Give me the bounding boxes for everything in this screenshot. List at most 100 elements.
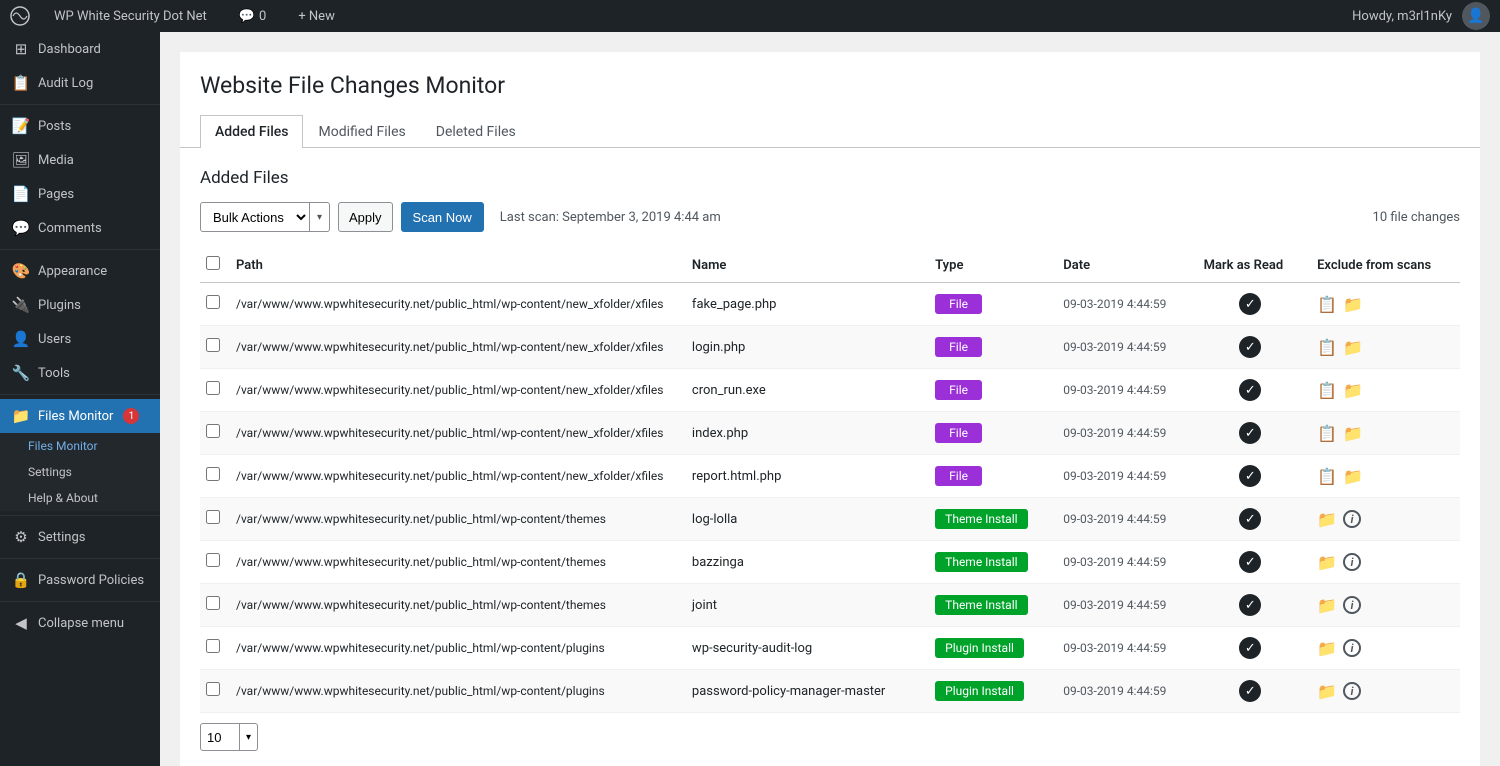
per-page-input[interactable] [200, 723, 240, 751]
mark-read-button[interactable]: ✓ [1239, 680, 1261, 702]
exclude-folder-icon[interactable]: 📁 [1317, 639, 1337, 658]
sidebar-item-tools[interactable]: 🔧 Tools [0, 356, 160, 390]
row-checkbox-cell [200, 283, 226, 326]
scan-now-button[interactable]: Scan Now [401, 202, 484, 232]
row-checkbox[interactable] [206, 295, 220, 309]
info-icon[interactable]: i [1343, 639, 1361, 657]
sidebar-item-settings[interactable]: ⚙ Settings [0, 520, 160, 554]
sidebar-item-appearance[interactable]: 🎨 Appearance [0, 254, 160, 288]
row-checkbox[interactable] [206, 639, 220, 653]
apply-button[interactable]: Apply [338, 202, 393, 232]
row-checkbox-cell [200, 541, 226, 584]
info-icon[interactable]: i [1343, 596, 1361, 614]
exclude-folder-icon[interactable]: 📁 [1317, 682, 1337, 701]
exclude-folder-icon[interactable]: 📁 [1317, 510, 1337, 529]
sidebar-item-password-policies[interactable]: 🔒 Password Policies [0, 563, 160, 597]
tab-deleted-files[interactable]: Deleted Files [421, 115, 531, 148]
site-name[interactable]: WP White Security Dot Net [46, 0, 215, 32]
row-mark-as-read: ✓ [1194, 541, 1308, 584]
row-mark-as-read: ✓ [1194, 584, 1308, 627]
sidebar-item-users[interactable]: 👤 Users [0, 322, 160, 356]
mark-read-button[interactable]: ✓ [1239, 508, 1261, 530]
row-exclude: 📁i [1307, 627, 1460, 670]
exclude-file-icon[interactable]: 📋 [1317, 424, 1337, 443]
row-type: Theme Install [925, 584, 1053, 627]
row-checkbox[interactable] [206, 510, 220, 524]
exclude-folder-icon[interactable]: 📁 [1343, 338, 1363, 357]
users-icon: 👤 [12, 330, 30, 348]
tab-added-files[interactable]: Added Files [200, 115, 303, 148]
mark-read-button[interactable]: ✓ [1239, 379, 1261, 401]
sidebar-item-comments[interactable]: 💬 Comments [0, 211, 160, 245]
sidebar-item-dashboard[interactable]: ⊞ Dashboard [0, 32, 160, 66]
sidebar-item-files-monitor[interactable]: 📁 Files Monitor 1 [0, 399, 160, 433]
row-checkbox[interactable] [206, 381, 220, 395]
submenu-item-files-monitor[interactable]: Files Monitor [0, 433, 160, 459]
info-icon[interactable]: i [1343, 682, 1361, 700]
col-header-path: Path [226, 248, 682, 283]
row-type: Theme Install [925, 541, 1053, 584]
collapse-menu[interactable]: ◀ Collapse menu [0, 606, 160, 640]
admin-bar: WP White Security Dot Net 💬 0 + New Howd… [0, 0, 1500, 32]
submenu-item-help-about[interactable]: Help & About [0, 485, 160, 511]
exclude-folder-icon[interactable]: 📁 [1343, 424, 1363, 443]
tab-modified-files[interactable]: Modified Files [303, 115, 420, 148]
submenu-item-settings[interactable]: Settings [0, 459, 160, 485]
sidebar-item-pages[interactable]: 📄 Pages [0, 177, 160, 211]
per-page-dropdown-arrow[interactable]: ▾ [240, 723, 258, 751]
row-date: 09-03-2019 4:44:59 [1053, 326, 1193, 369]
mark-read-button[interactable]: ✓ [1239, 551, 1261, 573]
row-date: 09-03-2019 4:44:59 [1053, 584, 1193, 627]
row-exclude: 📋📁 [1307, 369, 1460, 412]
exclude-folder-icon[interactable]: 📁 [1343, 381, 1363, 400]
mark-read-button[interactable]: ✓ [1239, 422, 1261, 444]
sidebar-item-posts[interactable]: 📝 Posts [0, 109, 160, 143]
row-checkbox[interactable] [206, 596, 220, 610]
new-content-link[interactable]: + New [290, 0, 343, 32]
row-checkbox[interactable] [206, 467, 220, 481]
table-row: /var/www/www.wpwhitesecurity.net/public_… [200, 326, 1460, 369]
mark-read-button[interactable]: ✓ [1239, 637, 1261, 659]
row-checkbox[interactable] [206, 553, 220, 567]
bulk-actions-select[interactable]: Bulk Actions [200, 202, 310, 232]
exclude-folder-icon[interactable]: 📁 [1317, 596, 1337, 615]
mark-read-button[interactable]: ✓ [1239, 336, 1261, 358]
sidebar-item-media[interactable]: 🖼 Media [0, 143, 160, 177]
wp-logo[interactable] [10, 6, 30, 26]
type-badge: File [935, 423, 982, 443]
select-all-checkbox[interactable] [206, 256, 220, 270]
exclude-file-icon[interactable]: 📋 [1317, 338, 1337, 357]
row-mark-as-read: ✓ [1194, 498, 1308, 541]
plugins-icon: 🔌 [12, 296, 30, 314]
row-path: /var/www/www.wpwhitesecurity.net/public_… [226, 627, 682, 670]
row-mark-as-read: ✓ [1194, 670, 1308, 713]
type-badge: File [935, 294, 982, 314]
mark-read-button[interactable]: ✓ [1239, 594, 1261, 616]
row-type: File [925, 412, 1053, 455]
info-icon[interactable]: i [1343, 553, 1361, 571]
row-checkbox-cell [200, 369, 226, 412]
row-checkbox[interactable] [206, 682, 220, 696]
exclude-file-icon[interactable]: 📋 [1317, 295, 1337, 314]
mark-read-button[interactable]: ✓ [1239, 465, 1261, 487]
sidebar-item-plugins[interactable]: 🔌 Plugins [0, 288, 160, 322]
row-mark-as-read: ✓ [1194, 326, 1308, 369]
sidebar-item-audit-log[interactable]: 📋 Audit Log [0, 66, 160, 100]
row-exclude: 📋📁 [1307, 455, 1460, 498]
row-mark-as-read: ✓ [1194, 455, 1308, 498]
exclude-folder-icon[interactable]: 📁 [1343, 295, 1363, 314]
exclude-file-icon[interactable]: 📋 [1317, 381, 1337, 400]
exclude-file-icon[interactable]: 📋 [1317, 467, 1337, 486]
exclude-folder-icon[interactable]: 📁 [1317, 553, 1337, 572]
row-exclude: 📁i [1307, 498, 1460, 541]
row-type: File [925, 326, 1053, 369]
row-checkbox-cell [200, 670, 226, 713]
row-checkbox[interactable] [206, 424, 220, 438]
comments-link[interactable]: 💬 0 [231, 0, 275, 32]
row-type: Theme Install [925, 498, 1053, 541]
row-checkbox[interactable] [206, 338, 220, 352]
bulk-actions-dropdown-arrow[interactable]: ▾ [310, 202, 330, 232]
info-icon[interactable]: i [1343, 510, 1361, 528]
exclude-folder-icon[interactable]: 📁 [1343, 467, 1363, 486]
mark-read-button[interactable]: ✓ [1239, 293, 1261, 315]
